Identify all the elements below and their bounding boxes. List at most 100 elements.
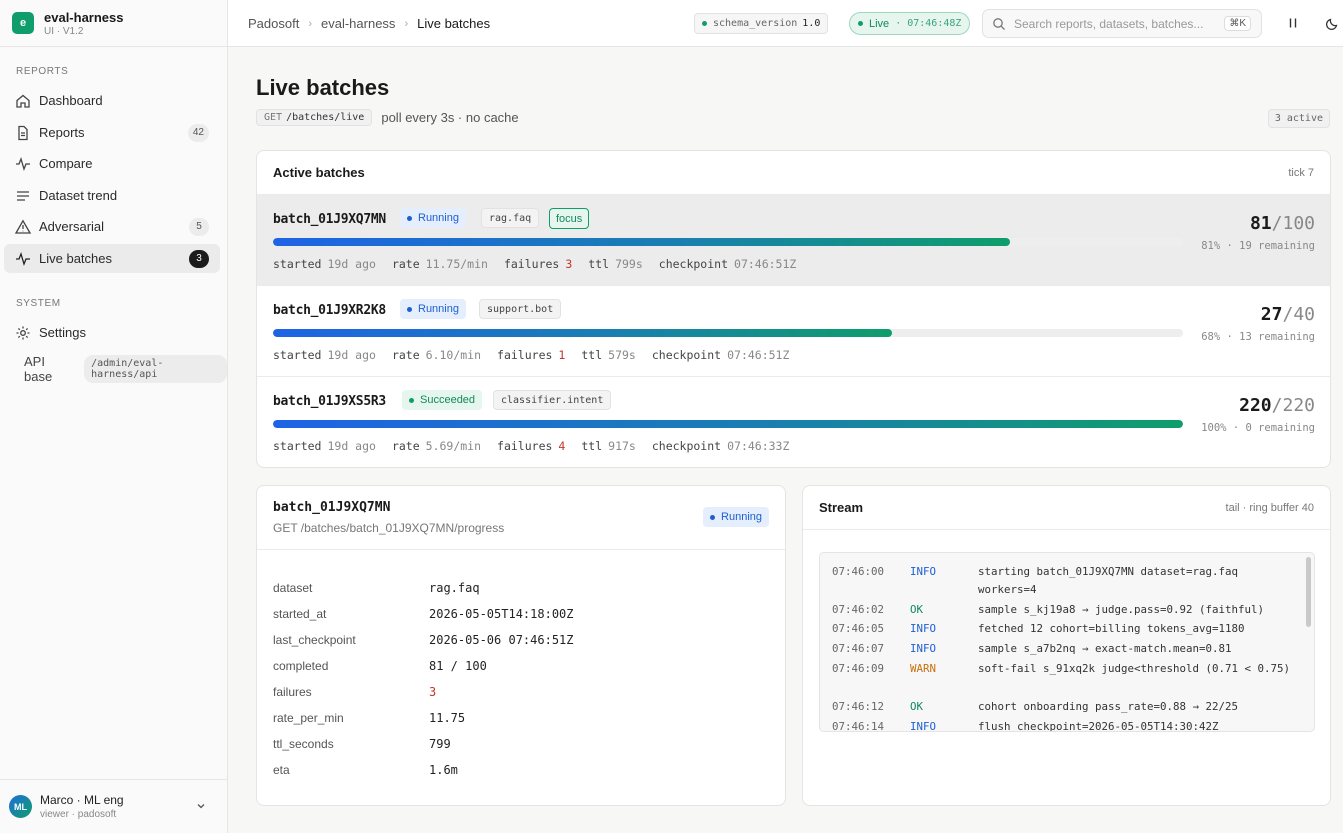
sidebar-item-label: Compare [39,156,93,171]
stream-meta: tail · ring buffer 40 [1225,501,1314,514]
app-logo: e [12,12,34,34]
moon-icon[interactable] [1326,16,1340,30]
app-version: UI · V1.2 [44,25,84,37]
breadcrumb-item[interactable]: Padosoft [248,16,299,31]
section-label-reports: REPORTS [16,66,69,77]
batch-count: 27/40 [1260,304,1315,325]
batch-detail-card: batch_01J9XQ7MN GET /batches/batch_01J9X… [256,485,786,806]
live-batches-count-badge: 3 [189,249,209,268]
topbar: Padosoft › eval-harness › Live batches s… [228,0,1343,47]
batch-id: batch_01J9XQ7MN [273,212,386,227]
pulse-icon [16,156,30,171]
progress-bar [273,329,1183,337]
batch-percent: 81% · 19 remaining [1201,240,1315,252]
detail-endpoint: GET /batches/batch_01J9XQ7MN/progress [273,521,505,535]
stream-card: Stream tail · ring buffer 40 07:46:00 INF… [802,485,1331,806]
batch-meta: started 19d ago rate 11.75/min failures 3 t… [273,257,797,271]
user-name: Marco · ML eng [40,793,124,807]
gear-icon [16,326,30,339]
pause-icon[interactable] [1286,16,1300,30]
batch-row[interactable]: batch_01J9XR2K8 Running support.bot star… [257,286,1330,377]
sidebar-item-reports[interactable]: Reports 42 [4,118,220,147]
active-batches-card: Active batches tick 7 batch_01J9XQ7MN Ru… [256,150,1331,468]
status-badge: Running [400,208,466,228]
status-badge: Running [703,507,769,527]
batch-id: batch_01J9XR2K8 [273,303,386,318]
active-count-badge: 3 active [1267,109,1330,128]
sidebar-item-label: Adversarial [39,219,105,234]
progress-bar [273,420,1183,428]
chevron-right-icon: › [404,17,409,30]
progress-bar [273,238,1183,246]
api-base-label: API base [24,354,53,384]
tick-counter: tick 7 [1288,166,1314,179]
endpoint-method: GET [264,112,283,123]
chevron-down-icon[interactable] [195,800,207,812]
focus-badge: focus [549,208,590,229]
batch-meta: started 19d ago rate 6.10/min failures 1 tt… [273,348,790,362]
live-status-badge: Live · 07:46:48Z [849,12,971,35]
sidebar-item-label: Dataset trend [39,188,118,203]
live-label: Live [869,17,890,30]
sidebar-item-compare[interactable]: Compare [4,149,220,178]
batch-row[interactable]: batch_01J9XQ7MN Running rag.faq focus st… [257,195,1330,286]
api-base: API base /admin/eval-harness/api [24,354,227,384]
card-title: Active batches [273,165,365,180]
batch-percent: 68% · 13 remaining [1201,331,1315,343]
api-base-value: /admin/eval-harness/api [84,355,227,383]
sidebar-item-label: Dashboard [39,93,103,108]
section-label-system: SYSTEM [16,298,61,309]
pulse-icon [16,251,30,266]
file-icon [18,125,28,140]
card-title: Stream [819,500,864,515]
sidebar-item-label: Settings [39,325,86,340]
sidebar: e eval-harness UI · V1.2 REPORTS Dashboa… [0,0,228,833]
sidebar-item-dashboard[interactable]: Dashboard [4,86,220,115]
status-badge: Succeeded [402,390,483,410]
adversarial-count-badge: 5 [189,217,209,236]
dataset-tag: classifier.intent [493,390,612,410]
batch-percent: 100% · 0 remaining [1201,422,1315,434]
breadcrumb-item[interactable]: eval-harness [321,16,395,31]
avatar: ML [9,795,32,818]
breadcrumb: Padosoft › eval-harness › Live batches [248,16,490,31]
home-icon [16,94,30,108]
poll-info: poll every 3s · no cache [381,110,519,125]
endpoint-row: GET/batches/live poll every 3s · no cach… [256,109,519,126]
schema-version-badge: schema_version 1.0 [694,13,829,34]
page-title: Live batches [256,75,390,100]
live-time: · 07:46:48Z [895,18,962,29]
search-icon [993,17,1005,30]
endpoint-path: /batches/live [286,112,365,123]
dataset-tag: rag.faq [481,208,540,228]
live-dot-icon [858,21,863,26]
search-box[interactable]: ⌘K [982,9,1262,38]
sidebar-item-settings[interactable]: Settings [4,318,220,347]
status-badge: Running [400,299,466,319]
sidebar-item-label: Live batches [39,251,112,266]
search-input[interactable] [1014,16,1214,31]
endpoint-chip: GET/batches/live [256,109,373,126]
batch-count: 81/100 [1249,213,1315,234]
reports-count-badge: 42 [187,123,209,142]
search-shortcut: ⌘K [1224,16,1251,31]
breadcrumb-current: Live batches [417,16,491,31]
log-scrollbar[interactable] [1306,557,1311,627]
batch-row[interactable]: batch_01J9XS5R3 Succeeded classifier.int… [257,377,1330,467]
detail-title: batch_01J9XQ7MN [273,500,391,515]
warning-icon [15,218,31,234]
batch-meta: started 19d ago rate 5.69/min failures 4 tt… [273,439,790,453]
log-viewer[interactable]: 07:46:00 INFO starting batch_01J9XQ7MN dat… [819,552,1315,732]
dataset-tag: support.bot [479,299,562,319]
status-dot-icon [702,21,707,26]
user-menu[interactable]: ML Marco · ML eng viewer · padosoft [0,779,227,833]
chevron-right-icon: › [308,17,312,30]
sidebar-item-dataset-trend[interactable]: Dataset trend [4,181,220,210]
list-icon [17,190,29,201]
sidebar-item-adversarial[interactable]: Adversarial 5 [4,212,220,241]
sidebar-item-live-batches[interactable]: Live batches 3 [4,244,220,273]
sidebar-item-label: Reports [39,125,85,140]
schema-value: 1.0 [802,18,821,29]
brand[interactable]: e eval-harness UI · V1.2 [0,0,227,47]
batch-id: batch_01J9XS5R3 [273,394,386,409]
